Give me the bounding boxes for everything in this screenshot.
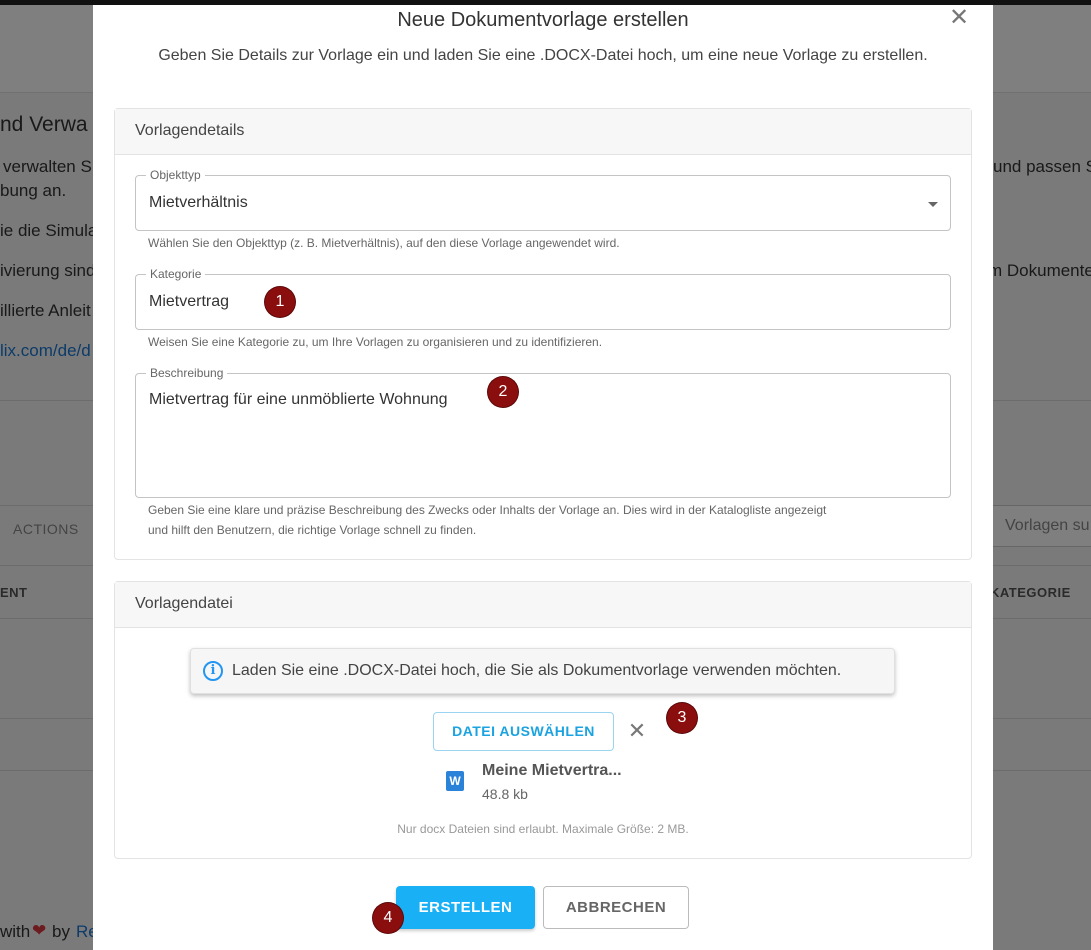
helper-text: Wählen Sie den Objekttyp (z. B. Mietverh…: [148, 236, 620, 250]
field-label: Kategorie: [146, 267, 206, 281]
close-icon[interactable]: ✕: [627, 717, 647, 745]
choose-file-button[interactable]: DATEI AUSWÄHLEN: [433, 712, 614, 751]
template-details-card: Vorlagendetails Objekttyp Mietverhältnis…: [114, 108, 972, 560]
field-label: Objekttyp: [146, 168, 205, 182]
object-type-value: Mietverhältnis: [149, 194, 248, 211]
cancel-button[interactable]: ABBRECHEN: [543, 886, 689, 929]
annotation-marker-1: 1: [265, 287, 295, 317]
annotation-marker-3: 3: [667, 703, 697, 733]
create-button[interactable]: ERSTELLEN: [396, 886, 535, 929]
object-type-select[interactable]: Objekttyp Mietverhältnis: [135, 168, 951, 231]
description-field[interactable]: Beschreibung Mietvertrag für eine unmöbl…: [135, 366, 951, 498]
helper-text: Weisen Sie eine Kategorie zu, um Ihre Vo…: [148, 335, 603, 349]
file-size: 48.8 kb: [482, 786, 528, 802]
dropdown-arrow-icon[interactable]: [928, 202, 938, 207]
info-text: Laden Sie eine .DOCX-Datei hoch, die Sie…: [232, 662, 842, 679]
file-name: Meine Mietvertra...: [482, 762, 622, 779]
category-value: Mietvertrag: [149, 293, 230, 310]
close-icon[interactable]: ✕: [948, 5, 970, 31]
info-alert: i Laden Sie eine .DOCX-Datei hoch, die S…: [190, 648, 895, 694]
file-upload-area: i Laden Sie eine .DOCX-Datei hoch, die S…: [115, 628, 971, 858]
dialog-subtitle: Geben Sie Details zur Vorlage ein und la…: [158, 47, 928, 64]
word-file-icon: W: [446, 771, 464, 791]
dialog-title: Neue Dokumentvorlage erstellen: [397, 9, 689, 31]
card-heading: Vorlagendatei: [115, 582, 971, 628]
create-template-dialog: Neue Dokumentvorlage erstellen ✕ Geben S…: [93, 5, 993, 950]
helper-text: Geben Sie eine klare und präzise Beschre…: [148, 503, 827, 517]
annotation-marker-2: 2: [488, 377, 518, 407]
description-value: Mietvertrag für eine unmöblierte Wohnung: [149, 391, 448, 408]
annotation-marker-4: 4: [373, 903, 403, 933]
category-field[interactable]: Kategorie Mietvertrag: [135, 267, 951, 330]
template-file-card: Vorlagendatei i Laden Sie eine .DOCX-Dat…: [114, 581, 972, 859]
field-label: Beschreibung: [146, 366, 228, 380]
file-requirements-note: Nur docx Dateien sind erlaubt. Maximale …: [397, 822, 689, 836]
helper-text: und hilft den Benutzern, die richtige Vo…: [148, 523, 477, 537]
card-heading: Vorlagendetails: [115, 109, 971, 155]
info-icon: i: [203, 661, 223, 681]
